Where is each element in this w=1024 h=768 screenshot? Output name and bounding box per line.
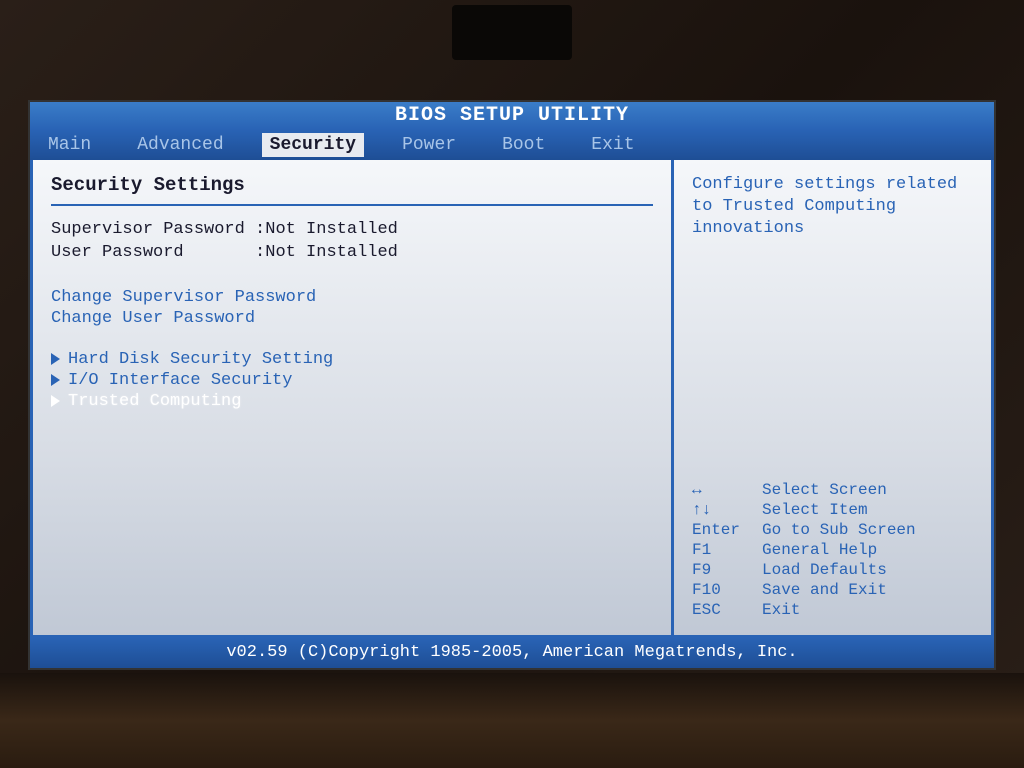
hint-f1: F1 General Help [692,541,973,559]
footer-bar: v02.59 (C)Copyright 1985-2005, American … [30,638,994,668]
hint-label: Save and Exit [762,581,887,599]
submenu-label: I/O Interface Security [68,371,292,390]
hint-label: Select Item [762,501,868,519]
title-bar: BIOS SETUP UTILITY [30,102,994,130]
key-f9-icon: F9 [692,561,762,579]
user-label: User Password : [51,243,265,262]
tab-boot[interactable]: Boot [494,133,553,157]
submenu-label: Trusted Computing [68,392,241,411]
hint-esc: ESC Exit [692,601,973,619]
hint-select-item: ↑↓ Select Item [692,501,973,519]
key-enter-icon: Enter [692,521,762,539]
tab-main[interactable]: Main [40,133,99,157]
key-f1-icon: F1 [692,541,762,559]
section-title: Security Settings [51,174,653,196]
main-panel: Security Settings Supervisor Password :N… [30,160,674,638]
change-user-password[interactable]: Change User Password [51,309,653,328]
hint-f10: F10 Save and Exit [692,581,973,599]
key-arrows-lr-icon: ↔ [692,481,762,499]
user-value: Not Installed [265,243,398,262]
supervisor-value: Not Installed [265,220,398,239]
hint-select-screen: ↔ Select Screen [692,481,973,499]
supervisor-password-status: Supervisor Password :Not Installed [51,220,653,239]
help-panel: Configure settings related to Trusted Co… [674,160,994,638]
chevron-right-icon [51,353,60,365]
tab-exit[interactable]: Exit [583,133,642,157]
hint-label: Load Defaults [762,561,887,579]
key-esc-icon: ESC [692,601,762,619]
user-password-status: User Password :Not Installed [51,243,653,262]
hint-label: Go to Sub Screen [762,521,916,539]
bios-screen: BIOS SETUP UTILITY Main Advanced Securit… [28,100,996,670]
tab-security[interactable]: Security [262,133,364,157]
key-f10-icon: F10 [692,581,762,599]
help-description: Configure settings related to Trusted Co… [692,174,973,240]
hint-label: Select Screen [762,481,887,499]
hint-enter: Enter Go to Sub Screen [692,521,973,539]
tab-advanced[interactable]: Advanced [129,133,231,157]
content-area: Security Settings Supervisor Password :N… [30,160,994,638]
submenu-trusted-computing[interactable]: Trusted Computing [51,392,653,411]
hint-f9: F9 Load Defaults [692,561,973,579]
keyboard-area [0,673,1024,768]
submenu-hard-disk-security[interactable]: Hard Disk Security Setting [51,350,653,369]
key-hints: ↔ Select Screen ↑↓ Select Item Enter Go … [692,481,973,621]
key-arrows-ud-icon: ↑↓ [692,501,762,519]
submenu-io-interface-security[interactable]: I/O Interface Security [51,371,653,390]
tab-power[interactable]: Power [394,133,464,157]
webcam-notch [452,5,572,60]
chevron-right-icon [51,395,60,407]
change-supervisor-password[interactable]: Change Supervisor Password [51,288,653,307]
hint-label: Exit [762,601,800,619]
tab-bar: Main Advanced Security Power Boot Exit [30,130,994,160]
submenu-label: Hard Disk Security Setting [68,350,333,369]
supervisor-label: Supervisor Password : [51,220,265,239]
section-divider [51,204,653,206]
chevron-right-icon [51,374,60,386]
hint-label: General Help [762,541,877,559]
laptop-frame: BIOS SETUP UTILITY Main Advanced Securit… [0,0,1024,768]
